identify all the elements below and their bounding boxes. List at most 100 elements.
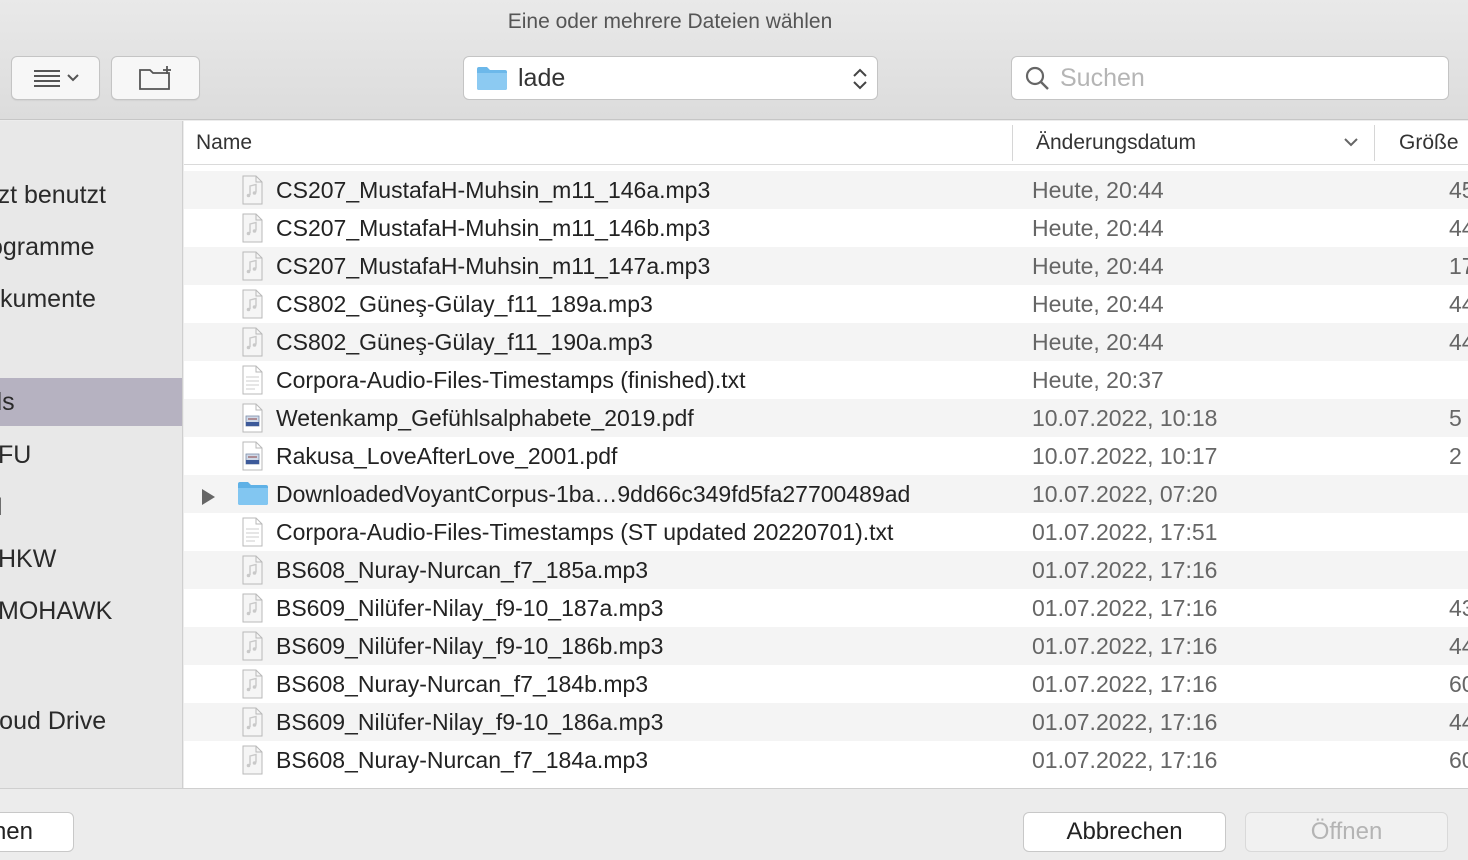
file-name: CS207_MustafaH-Muhsin_m11_147a.mp3 [276, 253, 711, 279]
file-date: Heute, 20:44 [1032, 253, 1164, 279]
file-size: 45 [1449, 177, 1468, 203]
sidebar-item-mohawk[interactable]: MOHAWK [0, 587, 182, 635]
file-row[interactable]: CS207_MustafaH-Muhsin_m11_146a.mp3 Heute,… [184, 171, 1468, 209]
sidebar-item-i[interactable]: I [0, 483, 182, 531]
sidebar: Zuletzt benutzt Programme Dokumente Down… [0, 121, 183, 788]
view-options-button[interactable] [11, 56, 100, 100]
file-row[interactable]: CS207_MustafaH-Muhsin_m11_146b.mp3 Heute,… [184, 209, 1468, 247]
location-popup[interactable]: lade [463, 56, 878, 100]
sidebar-item-fu[interactable]: FU [0, 431, 182, 479]
file-row[interactable]: BS609_Nilüfer-Nilay_f9-10_187a.mp3 01.07.… [184, 589, 1468, 627]
file-name: CS207_MustafaH-Muhsin_m11_146a.mp3 [276, 177, 711, 203]
audio-file-icon [237, 669, 267, 705]
file-row[interactable]: BS609_Nilüfer-Nilay_f9-10_186b.mp3 01.07.… [184, 627, 1468, 665]
file-size: 44 [1449, 709, 1468, 735]
file-size: 44 [1449, 215, 1468, 241]
file-date: 01.07.2022, 17:16 [1032, 633, 1218, 659]
column-separator[interactable] [1012, 125, 1013, 161]
file-date: 01.07.2022, 17:51 [1032, 519, 1218, 545]
search-input[interactable] [1060, 63, 1420, 93]
folder-icon [237, 479, 269, 513]
file-name: BS608_Nuray-Nurcan_f7_185a.mp3 [276, 557, 649, 583]
disclosure-triangle-icon[interactable] [200, 485, 216, 512]
file-date: 01.07.2022, 17:16 [1032, 709, 1218, 735]
file-name: BS608_Nuray-Nurcan_f7_184a.mp3 [276, 747, 649, 773]
sidebar-item-recents[interactable]: Zuletzt benutzt [0, 171, 182, 219]
column-name-header[interactable]: Name [196, 121, 252, 165]
text-file-icon [237, 365, 267, 401]
file-name: Rakusa_LoveAfterLove_2001.pdf [276, 443, 618, 469]
file-size: 43 [1449, 595, 1468, 621]
file-row[interactable]: CS802_Güneş-Gülay_f11_190a.mp3 Heute, 20:… [184, 323, 1468, 361]
audio-file-icon [237, 555, 267, 591]
file-row[interactable]: Corpora-Audio-Files-Timestamps (finished… [184, 361, 1468, 399]
file-size: 60 [1449, 747, 1468, 773]
file-name: BS609_Nilüfer-Nilay_f9-10_187a.mp3 [276, 595, 664, 621]
title-bar: Eine oder mehrere Dateien wählen lade [0, 0, 1468, 120]
pdf-file-icon [237, 403, 267, 439]
audio-file-icon [237, 631, 267, 667]
column-header: Name Änderungsdatum Größe [184, 121, 1468, 165]
file-name: BS609_Nilüfer-Nilay_f9-10_186a.mp3 [276, 709, 664, 735]
file-rows: CS207_MustafaH-Muhsin_m11_146a.mp3 Heute,… [184, 171, 1468, 779]
file-date: Heute, 20:44 [1032, 291, 1164, 317]
audio-file-icon [237, 213, 267, 249]
audio-file-icon [237, 251, 267, 287]
file-row[interactable]: CS207_MustafaH-Muhsin_m11_147a.mp3 Heute,… [184, 247, 1468, 285]
audio-file-icon [237, 327, 267, 363]
audio-file-icon [237, 175, 267, 211]
file-row[interactable]: CS802_Güneş-Gülay_f11_189a.mp3 Heute, 20:… [184, 285, 1468, 323]
audio-file-icon [237, 707, 267, 743]
file-name: CS802_Güneş-Gülay_f11_189a.mp3 [276, 291, 653, 317]
new-folder-icon [138, 66, 171, 90]
file-row[interactable]: Corpora-Audio-Files-Timestamps (ST updat… [184, 513, 1468, 551]
bottom-bar: Optionen Abbrechen Öffnen [0, 788, 1468, 860]
cancel-button[interactable]: Abbrechen [1023, 812, 1226, 852]
file-date: 10.07.2022, 07:20 [1032, 481, 1218, 507]
search-icon [1025, 66, 1049, 90]
open-button[interactable]: Öffnen [1245, 812, 1448, 852]
sidebar-item-icloud-drive[interactable]: iCloud Drive [0, 697, 182, 745]
updown-chevron-icon [853, 68, 867, 90]
list-view-icon [33, 70, 79, 87]
file-row[interactable]: Wetenkamp_Gefühlsalphabete_2019.pdf 10.07… [184, 399, 1468, 437]
column-size-header[interactable]: Größe [1399, 121, 1459, 165]
file-name: BS609_Nilüfer-Nilay_f9-10_186b.mp3 [276, 633, 664, 659]
file-date: Heute, 20:44 [1032, 215, 1164, 241]
file-row[interactable]: Rakusa_LoveAfterLove_2001.pdf 10.07.2022,… [184, 437, 1468, 475]
file-date: 01.07.2022, 17:16 [1032, 557, 1218, 583]
location-label: lade [518, 63, 566, 92]
file-size: 5 [1449, 405, 1462, 431]
sidebar-item-applications[interactable]: Programme [0, 223, 182, 271]
search-field[interactable] [1011, 56, 1449, 100]
file-size: 44 [1449, 329, 1468, 355]
file-name: CS207_MustafaH-Muhsin_m11_146b.mp3 [276, 215, 711, 241]
column-date-header[interactable]: Änderungsdatum [1036, 121, 1196, 165]
file-date: Heute, 20:37 [1032, 367, 1164, 393]
column-separator[interactable] [1374, 125, 1375, 161]
file-row[interactable]: DownloadedVoyantCorpus-1ba…9dd66c349fd5f… [184, 475, 1468, 513]
file-date: 10.07.2022, 10:18 [1032, 405, 1218, 431]
sidebar-item-hkw[interactable]: HKW [0, 535, 182, 583]
file-name: Wetenkamp_Gefühlsalphabete_2019.pdf [276, 405, 694, 431]
file-row[interactable]: BS608_Nuray-Nurcan_f7_185a.mp3 01.07.2022… [184, 551, 1468, 589]
options-button[interactable]: Optionen [0, 812, 74, 852]
text-file-icon [237, 517, 267, 553]
file-name: CS802_Güneş-Gülay_f11_190a.mp3 [276, 329, 653, 355]
file-date: 01.07.2022, 17:16 [1032, 671, 1218, 697]
file-date: Heute, 20:44 [1032, 329, 1164, 355]
audio-file-icon [237, 289, 267, 325]
file-name: BS608_Nuray-Nurcan_f7_184b.mp3 [276, 671, 649, 697]
file-list[interactable]: Name Änderungsdatum Größe CS207_MustafaH… [184, 121, 1468, 788]
file-size: 2 [1449, 443, 1462, 469]
file-size: 60 [1449, 671, 1468, 697]
pdf-file-icon [237, 441, 267, 477]
sidebar-item-documents[interactable]: Dokumente [0, 275, 182, 323]
file-date: 10.07.2022, 10:17 [1032, 443, 1218, 469]
new-folder-button[interactable] [111, 56, 200, 100]
file-row[interactable]: BS609_Nilüfer-Nilay_f9-10_186a.mp3 01.07.… [184, 703, 1468, 741]
sidebar-item-downloads[interactable]: Downloads [0, 378, 182, 426]
file-date: 01.07.2022, 17:16 [1032, 747, 1218, 773]
file-row[interactable]: BS608_Nuray-Nurcan_f7_184a.mp3 01.07.2022… [184, 741, 1468, 779]
file-row[interactable]: BS608_Nuray-Nurcan_f7_184b.mp3 01.07.2022… [184, 665, 1468, 703]
